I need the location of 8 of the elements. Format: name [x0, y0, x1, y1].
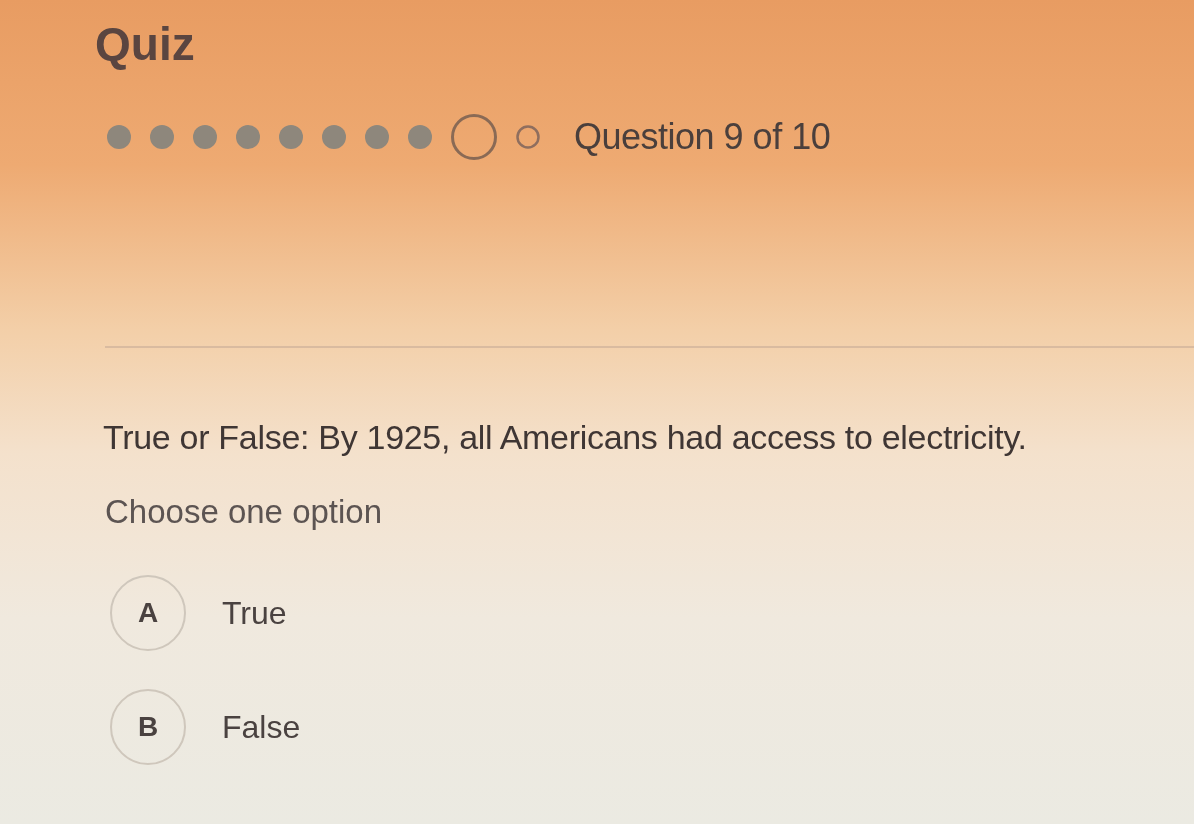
question-counter: Question 9 of 10 — [574, 116, 831, 158]
option-letter-button[interactable]: B — [110, 689, 186, 765]
quiz-title: Quiz — [95, 17, 196, 72]
option-letter-button[interactable]: A — [110, 575, 186, 651]
instruction-text: Choose one option — [105, 493, 384, 531]
question-text: True or False: By 1925, all Americans had access to electricity. — [103, 418, 1028, 457]
option-label[interactable]: True — [222, 594, 287, 632]
option-label[interactable]: False — [222, 708, 301, 746]
